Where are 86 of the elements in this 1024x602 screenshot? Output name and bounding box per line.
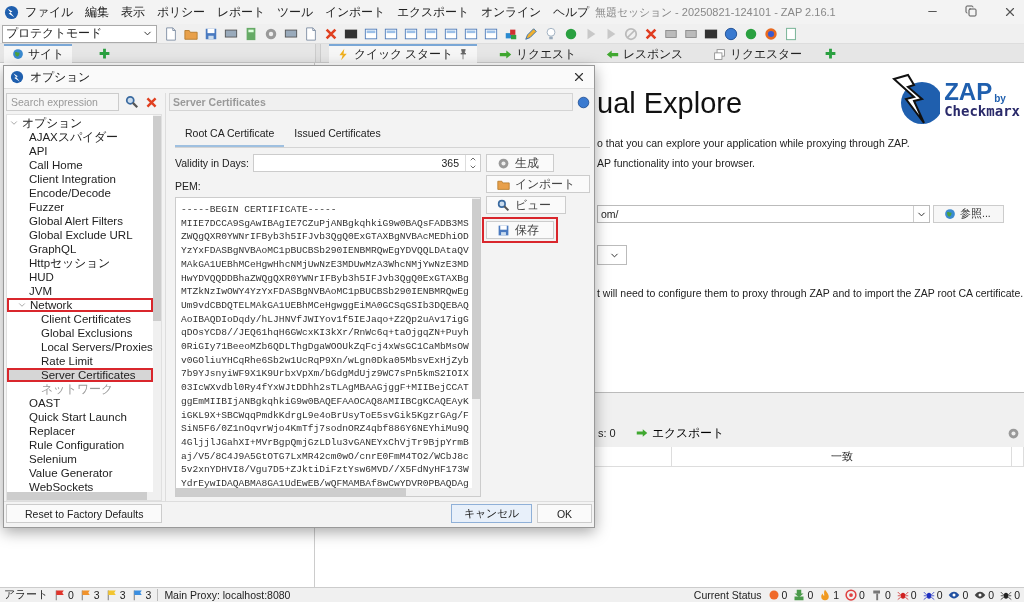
menu-item[interactable]: レポート bbox=[211, 4, 271, 20]
description-text: t will need to configure them to proxy through ZAP and to import the ZAP root CA certificate. bbox=[597, 287, 1024, 299]
tree-item[interactable]: API bbox=[7, 144, 153, 158]
tree-item[interactable]: Replacer bbox=[7, 424, 153, 438]
status-count: 0 bbox=[884, 589, 891, 601]
status-count: 1 bbox=[833, 589, 840, 601]
menu-item[interactable]: インポート bbox=[319, 4, 391, 20]
column-header[interactable]: 一致 bbox=[672, 447, 1012, 466]
tab[interactable]: リクエスター bbox=[705, 43, 811, 63]
mode-select[interactable]: プロテクトモード bbox=[2, 24, 157, 43]
browse-button[interactable]: 参照... bbox=[933, 205, 1004, 223]
page-heading: ual Explore bbox=[597, 87, 743, 120]
tree-item[interactable]: HUD bbox=[7, 270, 153, 284]
alert-count: 0 bbox=[68, 589, 74, 601]
field-label: Validity in Days: bbox=[175, 157, 249, 169]
tree-item[interactable]: AJAXスパイダー bbox=[7, 130, 153, 144]
logo-text: ZAP bbox=[944, 80, 993, 104]
tree-item[interactable]: Global Exclusions bbox=[7, 326, 153, 340]
tree-item[interactable]: Call Home bbox=[7, 158, 153, 172]
logo-text: Checkmarx bbox=[944, 104, 1020, 118]
alert-count: 3 bbox=[145, 589, 152, 601]
tree-item[interactable]: OAST bbox=[7, 396, 153, 410]
action-button[interactable]: 生成 bbox=[486, 154, 554, 172]
tree-item[interactable]: Rate Limit bbox=[7, 354, 153, 368]
action-button[interactable]: インポート bbox=[486, 175, 590, 193]
validity-spinner[interactable]: 365 bbox=[252, 154, 481, 172]
dialog-title: オプション bbox=[30, 69, 90, 85]
tree-item[interactable]: GraphQL bbox=[7, 242, 153, 256]
status-count: 0 bbox=[962, 589, 969, 601]
tree-item[interactable]: Global Alert Filters bbox=[7, 214, 153, 228]
dialog-button[interactable]: OK bbox=[537, 504, 592, 523]
pem-text-area[interactable]: -----BEGIN CERTIFICATE----- MIIE7DCCA9SgAwIBAgIE7CZuPjANBgkqhkiG9w0BAQsFADB3MS ZWQgQXR0YWNrIFByb3h5IFJvb3QgQ0ExGTAXBgNVBAcMEDhiOD YzYxFDASBgNVBAoMC1pBUCBSb290IENBMRQwEgYDVQQLDAtaQV MAkGA1UEBhMCeHgwHhcNMjUwNzE3MDUwMzA3WhcNMjYwNzE3MD HwYDVQQDDBhaZWQgQXR0YWNrIFByb3h5IFJvb3QgQ0ExGTAXBg MTZkNzIwOWY4YzYxFDASBgNVBAoMC1pBUCBSb290IENBMRQwEg Um9vdCBDQTELMAkGA1UEBhMCeHgwggEiMA0GCSqGSIb3DQEBAQ AoIBAQDIoDqdy/hLJHNVfJWIYov1f5IEJaqo+Z2Qp2uAv17igG qDOsYCD8//JEQ61hqH6GWcxKI3kXr/RnWc6q+taOjgqZN+Puyh 0RiGIy71BeeoMZb6QDLThgDgaWOOUkZqFcj4xWsGC1CaMbMsOW v0GOliuYHCqRhe6Sb2w1UcRqP9Xn/wLgn0Dka05MbsvExHjZyb 7b9YJsnyiWF9X1K9UrbxVpXm/bGdgMdUjz9WC7sPn5kmS2IOIX 03IcWXvdbl0Ry4fYxWJtDDhh2sTLAgMBAAGjggF+MIIBejCCAT ggEmMIIBIjANBgkqhkiG9w0BAQEFAAOCAQ8AMIIBCgKCAQEAyK iGKL9X+SBCWqqPmdkKdrgL9e4oBrUsyToE5svGik5KgzrGAg/F SiN5F6/0Z1nOqvrWjo4KmTfj7sodnORZ4qbf886Y6NEYhiMu9Q 4GljjlJGahXI+MVrBgpQmjGzLDlu3vGANEYxChVjTr9BjpYrmB aj/V5/8C4J9A5GtOTG7LxMR42cm0wO/cnrE0FmM4TO2/WCbJ8c 5v2xnYDHVI8/Vgu7D5+ZJktiDiFztYsw6MVD//X5FdNyHF173W YdrEywIDAQABMA8GA1UdEwEB/wQFMAMBAf8wCwYDVR0PBAQDAg bbox=[175, 197, 481, 497]
status-count: 0 bbox=[859, 589, 865, 601]
menu-item[interactable]: 表示 bbox=[115, 4, 151, 20]
tree-item[interactable]: Client Integration bbox=[7, 172, 153, 186]
action-button[interactable]: 保存 bbox=[486, 221, 554, 239]
search-field[interactable]: Search expression bbox=[6, 93, 119, 111]
reset-button[interactable]: Reset to Factory Defaults bbox=[6, 504, 163, 523]
tree-item[interactable]: Network bbox=[7, 298, 153, 312]
tree-item[interactable]: Rule Configuration bbox=[7, 438, 153, 452]
tab[interactable]: リクエスト bbox=[491, 43, 585, 63]
action-button[interactable]: ビュー bbox=[486, 196, 566, 214]
menu-item[interactable]: エクスポート bbox=[391, 4, 475, 20]
tree-item[interactable]: Global Exclude URL bbox=[7, 228, 153, 242]
alert-count: 3 bbox=[93, 589, 100, 601]
description-text: o that you can explore your application while proxying through ZAP. bbox=[597, 137, 911, 149]
panel-title: Server Certificates bbox=[169, 93, 573, 111]
tree-item[interactable]: Httpセッション bbox=[7, 256, 153, 270]
status-count: 0 bbox=[910, 589, 917, 601]
status-label: Current Status bbox=[693, 589, 762, 601]
tree-item[interactable]: Quick Start Launch bbox=[7, 410, 153, 424]
window-title: 無題セッション - 20250821-124101 - ZAP 2.16.1 bbox=[595, 4, 836, 20]
tree-item[interactable]: Local Servers/Proxies bbox=[7, 340, 153, 354]
alert-count: 3 bbox=[119, 589, 126, 601]
dialog-button[interactable]: キャンセル bbox=[451, 504, 532, 523]
alerts-label: アラート bbox=[4, 588, 48, 602]
logo-text: by bbox=[994, 94, 1006, 104]
menu-item[interactable]: オンライン bbox=[475, 4, 547, 20]
tree-item[interactable]: Fuzzer bbox=[7, 200, 153, 214]
description-text: AP functionality into your browser. bbox=[597, 157, 756, 169]
status-count: 0 bbox=[807, 589, 814, 601]
tree-item[interactable]: オプション bbox=[7, 116, 153, 130]
status-count: 0 bbox=[1014, 589, 1020, 601]
field-label: PEM: bbox=[175, 180, 202, 192]
tree-item[interactable]: Selenium bbox=[7, 452, 153, 466]
export-button[interactable]: エクスポート bbox=[635, 424, 724, 442]
tab[interactable]: Issued Certificates bbox=[284, 123, 391, 147]
tree-item[interactable]: Client Certificates bbox=[7, 312, 153, 326]
menu-item[interactable]: ポリシー bbox=[151, 4, 211, 20]
status-count: 0 bbox=[781, 589, 788, 601]
proxy-text: Main Proxy: localhost:8080 bbox=[164, 589, 291, 601]
menu-item[interactable]: 編集 bbox=[79, 4, 115, 20]
tree-item[interactable]: Encode/Decode bbox=[7, 186, 153, 200]
tab[interactable]: レスポンス bbox=[598, 43, 692, 63]
tree-item[interactable]: Server Certificates bbox=[7, 368, 153, 382]
status-count: 0 bbox=[936, 589, 943, 601]
menu-item[interactable]: ツール bbox=[271, 4, 319, 20]
tree-item[interactable]: JVM bbox=[7, 284, 153, 298]
menu-item[interactable]: ヘルプ bbox=[547, 4, 595, 20]
status-count: 0 bbox=[988, 589, 995, 601]
menu-item[interactable]: ファイル bbox=[19, 4, 79, 20]
url-field[interactable]: om/ bbox=[597, 205, 930, 223]
tab[interactable]: Root CA Certificate bbox=[175, 123, 285, 147]
count-text: s: 0 bbox=[598, 427, 616, 439]
tree-item[interactable]: WebSockets bbox=[7, 480, 153, 492]
tree-item[interactable]: Value Generator bbox=[7, 466, 153, 480]
